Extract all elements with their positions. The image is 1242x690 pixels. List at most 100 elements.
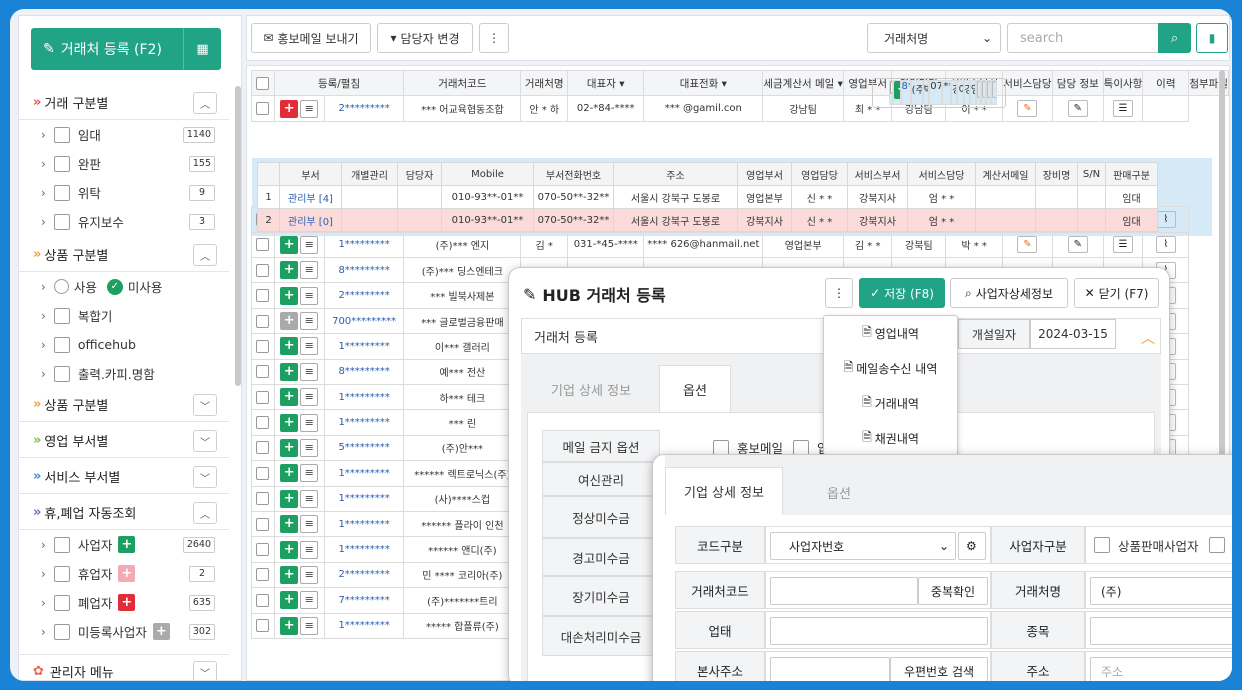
- filter-item[interactable]: › 완판 155: [19, 149, 229, 178]
- row-checkbox[interactable]: [256, 263, 270, 277]
- zip-input[interactable]: [770, 657, 890, 681]
- expand-plus-icon[interactable]: +: [280, 362, 299, 381]
- history-cell[interactable]: ☰: [1102, 95, 1144, 122]
- client-name-cell[interactable]: ****** 렉트로닉스(주): [403, 460, 522, 487]
- client-name-cell[interactable]: *** 린: [403, 409, 522, 436]
- filter-item[interactable]: › 휴업자 +2: [19, 559, 229, 588]
- collapse-toggle[interactable]: ︿: [193, 92, 217, 114]
- column-header[interactable]: 대표전화 ▾: [643, 69, 764, 97]
- client-name-cell[interactable]: ****** 플라이 인천: [403, 510, 522, 538]
- expand-plus-icon[interactable]: +: [280, 438, 299, 457]
- expand-plus-icon[interactable]: +: [893, 80, 900, 99]
- list-icon[interactable]: ≡: [300, 591, 319, 610]
- sub-column-header[interactable]: 서비스부서: [847, 162, 908, 186]
- column-header[interactable]: 거래처코드: [403, 69, 522, 97]
- checkbox[interactable]: [53, 213, 70, 230]
- industry-input[interactable]: [770, 617, 988, 645]
- history-cell[interactable]: ☰: [1102, 231, 1144, 259]
- checkbox[interactable]: [53, 365, 70, 382]
- client-code-cell[interactable]: 8*********: [323, 358, 405, 386]
- select-all-checkbox[interactable]: [256, 76, 270, 90]
- row-select-cell[interactable]: [251, 95, 275, 122]
- tab-company-detail[interactable]: 기업 상세 정보: [551, 380, 631, 399]
- client-code-cell[interactable]: 2*********: [323, 561, 405, 589]
- client-name-cell[interactable]: (사)****스컵: [403, 485, 522, 512]
- tab-options[interactable]: 옵션: [659, 365, 731, 413]
- edit-icon[interactable]: ✎: [1067, 236, 1088, 254]
- client-name-cell[interactable]: ***** 합플류(주): [403, 612, 522, 639]
- list-icon[interactable]: ≡: [300, 235, 319, 254]
- expand-plus-icon[interactable]: +: [280, 464, 299, 483]
- expand-plus-icon[interactable]: +: [280, 312, 299, 331]
- attachment-cell[interactable]: ⌇: [991, 79, 997, 106]
- filter-item[interactable]: › 위탁 9: [19, 178, 229, 207]
- expand-plus-icon[interactable]: +: [280, 565, 299, 584]
- row-checkbox[interactable]: [256, 492, 270, 506]
- list-icon[interactable]: ≡: [300, 616, 319, 635]
- client-name-cell[interactable]: *** 글로벌금융판매: [403, 307, 522, 335]
- filter-item[interactable]: › 사용 ✓ 미사용: [19, 272, 229, 301]
- client-code-cell[interactable]: 2*********: [323, 282, 405, 309]
- expand-plus-icon[interactable]: +: [280, 337, 299, 356]
- list-icon[interactable]: ☰: [1112, 100, 1133, 118]
- list-icon[interactable]: ≡: [300, 438, 319, 457]
- business-detail-button[interactable]: ⌕ 사업자상세정보: [950, 278, 1068, 308]
- row-checkbox[interactable]: [256, 339, 270, 353]
- client-name-cell[interactable]: (주)*******트리: [403, 587, 522, 614]
- paperclip-icon[interactable]: ⌇: [1155, 236, 1176, 254]
- client-code-cell[interactable]: 8*********: [900, 79, 911, 106]
- client-code-cell[interactable]: 5*********: [323, 434, 405, 462]
- sub-table-row[interactable]: 2 관리부 [0] 010-93**-01** 070-50**-32** 서울시 강북…: [257, 208, 1158, 232]
- sub-column-header[interactable]: 서비스담당: [907, 162, 976, 186]
- list-icon[interactable]: ≡: [300, 413, 319, 432]
- row-checkbox[interactable]: [256, 390, 270, 404]
- client-name-cell[interactable]: (주)*** 엔지: [403, 231, 522, 259]
- attachment-cell[interactable]: [1142, 95, 1190, 122]
- client-code-cell[interactable]: 1*********: [323, 536, 405, 563]
- row-select-cell[interactable]: [251, 536, 275, 563]
- dept-link[interactable]: 관리부 [4]: [279, 185, 342, 209]
- list-icon[interactable]: ≡: [300, 362, 319, 381]
- expand-plus-icon[interactable]: +: [280, 591, 299, 610]
- table-row[interactable]: + ≡ 2********* *** 어교육협동조합 안 * 하 02-*84-**** *…: [251, 95, 1229, 122]
- row-select-cell[interactable]: [251, 257, 275, 284]
- menu-item-sales-history[interactable]: 🗎 영업내역: [824, 316, 957, 351]
- notes-cell[interactable]: ✎: [1051, 231, 1104, 259]
- client-code-input[interactable]: [770, 577, 918, 605]
- item-input[interactable]: [1090, 617, 1232, 645]
- grid-scrollbar[interactable]: [1219, 70, 1225, 460]
- client-name-cell[interactable]: (주)안***: [403, 434, 522, 462]
- checkbox[interactable]: [53, 565, 70, 582]
- save-button[interactable]: ✓ 저장 (F8): [859, 278, 945, 308]
- expand-toggle[interactable]: ﹀: [193, 430, 217, 452]
- settings-button[interactable]: ⚙: [958, 532, 986, 560]
- expand-plus-icon[interactable]: +: [280, 261, 299, 280]
- list-icon[interactable]: ≡: [300, 565, 319, 584]
- sub-column-header[interactable]: 부서: [279, 162, 342, 186]
- client-name-input[interactable]: (주): [1090, 577, 1232, 605]
- row-checkbox[interactable]: [256, 441, 270, 455]
- collapse-toggle[interactable]: ︿: [193, 244, 217, 266]
- filter-item[interactable]: › 복합기: [19, 301, 229, 330]
- list-icon[interactable]: ≡: [300, 388, 319, 407]
- checkbox[interactable]: [53, 336, 70, 353]
- row-checkbox[interactable]: [256, 238, 270, 252]
- row-select-cell[interactable]: [251, 282, 275, 309]
- manager-info-cell[interactable]: ✎: [1002, 95, 1053, 122]
- checkbox[interactable]: [53, 307, 70, 324]
- section-header[interactable]: » 거래 구분별 ︿: [19, 86, 229, 120]
- row-checkbox[interactable]: [256, 568, 270, 582]
- row-checkbox[interactable]: [256, 416, 270, 430]
- client-code-cell[interactable]: 1*********: [323, 409, 405, 436]
- edit-icon[interactable]: ✎: [1017, 236, 1038, 254]
- select-all-cell[interactable]: [251, 69, 275, 97]
- search-field-select[interactable]: 거래처명 ⌄: [867, 23, 1001, 53]
- grid-view-icon[interactable]: ▦: [183, 28, 221, 70]
- expand-plus-icon[interactable]: +: [280, 616, 299, 635]
- expand-plus-icon[interactable]: +: [280, 515, 299, 534]
- edit-icon[interactable]: ✎: [1067, 100, 1088, 118]
- section-header[interactable]: » 영업 부서별 ﹀: [19, 424, 229, 458]
- list-icon[interactable]: ≡: [300, 337, 319, 356]
- list-icon[interactable]: ≡: [300, 464, 319, 483]
- list-icon[interactable]: ≡: [300, 99, 319, 118]
